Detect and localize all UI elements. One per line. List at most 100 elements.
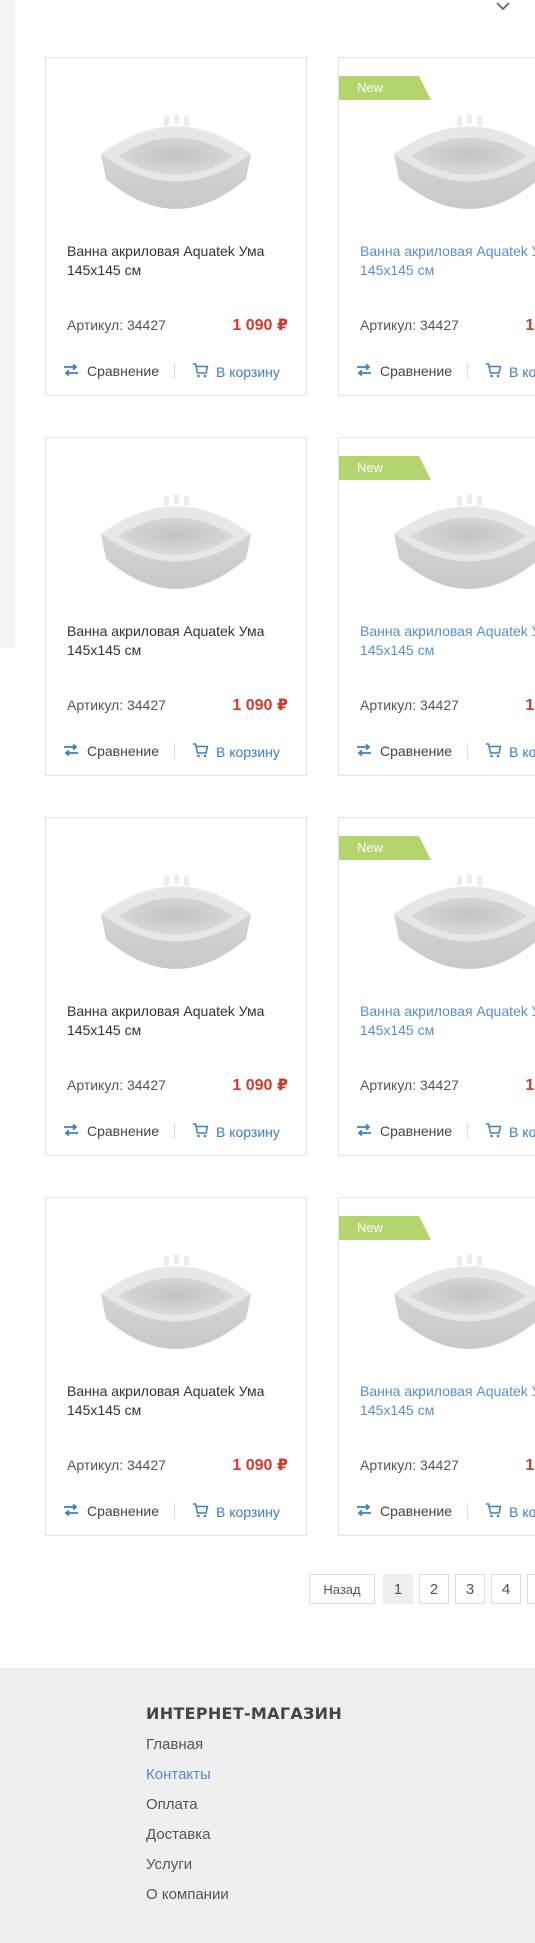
compare-arrows-icon <box>356 743 380 759</box>
product-image[interactable] <box>379 474 535 604</box>
compare-button[interactable]: Сравнение <box>63 363 159 379</box>
cart-icon <box>485 363 509 381</box>
compare-arrows-icon <box>63 743 87 759</box>
product-image[interactable] <box>86 1234 266 1364</box>
cart-icon <box>192 363 216 381</box>
product-sku: Артикул: 34427 <box>360 697 459 713</box>
add-to-cart-label: В корзину <box>216 364 280 380</box>
add-to-cart-button[interactable]: В корзину <box>485 363 535 381</box>
action-divider <box>467 1503 468 1519</box>
product-sku: Артикул: 34427 <box>360 1457 459 1473</box>
pagination-page-2[interactable]: 2 <box>419 1574 449 1604</box>
action-divider <box>467 363 468 379</box>
add-to-cart-label: В корзину <box>509 1504 535 1520</box>
product-price: 1 090 ₽ <box>525 1077 535 1094</box>
product-card[interactable]: Ванна акриловая Aquatek Ума 145х145 см А… <box>45 437 307 776</box>
add-to-cart-button[interactable]: В корзину <box>192 1503 280 1521</box>
product-card[interactable]: Ванна акриловая Aquatek Ума 145х145 см А… <box>45 1197 307 1536</box>
product-sku: Артикул: 34427 <box>67 1457 166 1473</box>
add-to-cart-button[interactable]: В корзину <box>192 743 280 761</box>
product-card[interactable]: New Ванна акриловая Aquatek Ума 145х145 с… <box>338 817 535 1156</box>
pagination-prev-button[interactable]: Назад <box>309 1574 375 1604</box>
product-card[interactable]: Ванна акриловая Aquatek Ума 145х145 см А… <box>45 817 307 1156</box>
compare-button[interactable]: Сравнение <box>356 1123 452 1139</box>
product-card[interactable]: Ванна акриловая Aquatek Ума 145х145 см А… <box>45 57 307 396</box>
product-title[interactable]: Ванна акриловая Aquatek Ума 145х145 см <box>67 1002 297 1040</box>
pagination-page-3[interactable]: 3 <box>455 1574 485 1604</box>
product-price: 1 090 ₽ <box>232 1457 288 1474</box>
compare-label: Сравнение <box>380 1123 452 1139</box>
compare-button[interactable]: Сравнение <box>63 743 159 759</box>
compare-label: Сравнение <box>380 743 452 759</box>
product-sku: Артикул: 34427 <box>67 697 166 713</box>
product-sku: Артикул: 34427 <box>360 317 459 333</box>
compare-button[interactable]: Сравнение <box>356 1503 452 1519</box>
product-price: 1 090 ₽ <box>525 317 535 334</box>
compare-label: Сравнение <box>87 1503 159 1519</box>
compare-arrows-icon <box>63 1123 87 1139</box>
footer-link-home[interactable]: Главная <box>146 1735 229 1765</box>
add-to-cart-label: В корзину <box>216 1504 280 1520</box>
footer-link-services[interactable]: Услуги <box>146 1855 229 1885</box>
compare-button[interactable]: Сравнение <box>63 1123 159 1139</box>
cart-icon <box>192 1503 216 1521</box>
action-divider <box>174 363 175 379</box>
product-card[interactable]: New Ванна акриловая Aquatek Ума 145х145 с… <box>338 57 535 396</box>
new-badge: New <box>339 1216 431 1240</box>
action-divider <box>467 1123 468 1139</box>
product-title[interactable]: Ванна акриловая Aquatek Ума 145х145 см <box>360 1002 535 1040</box>
pagination: Назад 1 2 3 4 <box>309 1574 535 1604</box>
add-to-cart-button[interactable]: В корзину <box>192 1123 280 1141</box>
product-price: 1 090 ₽ <box>525 697 535 714</box>
product-title[interactable]: Ванна акриловая Aquatek Ума 145х145 см <box>360 242 535 280</box>
footer-link-payment[interactable]: Оплата <box>146 1795 229 1825</box>
product-sku: Артикул: 34427 <box>360 1077 459 1093</box>
action-divider <box>174 1123 175 1139</box>
product-title[interactable]: Ванна акриловая Aquatek Ума 145х145 см <box>360 1382 535 1420</box>
footer-link-contacts[interactable]: Контакты <box>146 1765 229 1795</box>
product-image[interactable] <box>379 94 535 224</box>
add-to-cart-label: В корзину <box>509 364 535 380</box>
add-to-cart-button[interactable]: В корзину <box>485 743 535 761</box>
cart-icon <box>485 1503 509 1521</box>
action-divider <box>467 743 468 759</box>
compare-arrows-icon <box>63 363 87 379</box>
product-title[interactable]: Ванна акриловая Aquatek Ума 145х145 см <box>67 1382 297 1420</box>
compare-label: Сравнение <box>87 363 159 379</box>
cart-icon <box>485 1123 509 1141</box>
product-image[interactable] <box>86 474 266 604</box>
add-to-cart-button[interactable]: В корзину <box>485 1503 535 1521</box>
product-image[interactable] <box>379 1234 535 1364</box>
footer-heading: ИНТЕРНЕТ-МАГАЗИН <box>146 1704 343 1723</box>
footer-link-delivery[interactable]: Доставка <box>146 1825 229 1855</box>
product-card[interactable]: New Ванна акриловая Aquatek Ума 145х145 с… <box>338 1197 535 1536</box>
footer-link-about[interactable]: О компании <box>146 1885 229 1915</box>
product-image[interactable] <box>86 94 266 224</box>
product-card[interactable]: New Ванна акриловая Aquatek Ума 145х145 с… <box>338 437 535 776</box>
product-image[interactable] <box>379 854 535 984</box>
product-image[interactable] <box>86 854 266 984</box>
new-badge: New <box>339 76 431 100</box>
product-sku: Артикул: 34427 <box>67 317 166 333</box>
compare-button[interactable]: Сравнение <box>63 1503 159 1519</box>
action-divider <box>174 743 175 759</box>
pagination-page-1[interactable]: 1 <box>383 1574 413 1604</box>
compare-arrows-icon <box>63 1503 87 1519</box>
product-price: 1 090 ₽ <box>525 1457 535 1474</box>
product-title[interactable]: Ванна акриловая Aquatek Ума 145х145 см <box>360 622 535 660</box>
add-to-cart-label: В корзину <box>216 744 280 760</box>
add-to-cart-button[interactable]: В корзину <box>192 363 280 381</box>
pagination-page-4[interactable]: 4 <box>491 1574 521 1604</box>
add-to-cart-button[interactable]: В корзину <box>485 1123 535 1141</box>
add-to-cart-label: В корзину <box>509 744 535 760</box>
product-title[interactable]: Ванна акриловая Aquatek Ума 145х145 см <box>67 622 297 660</box>
compare-button[interactable]: Сравнение <box>356 743 452 759</box>
cart-icon <box>192 743 216 761</box>
product-grid: Ванна акриловая Aquatek Ума 145х145 см А… <box>0 0 535 1943</box>
cart-icon <box>485 743 509 761</box>
compare-arrows-icon <box>356 1123 380 1139</box>
pagination-page-next-partial[interactable] <box>527 1574 535 1604</box>
product-title[interactable]: Ванна акриловая Aquatek Ума 145х145 см <box>67 242 297 280</box>
new-badge: New <box>339 836 431 860</box>
compare-button[interactable]: Сравнение <box>356 363 452 379</box>
